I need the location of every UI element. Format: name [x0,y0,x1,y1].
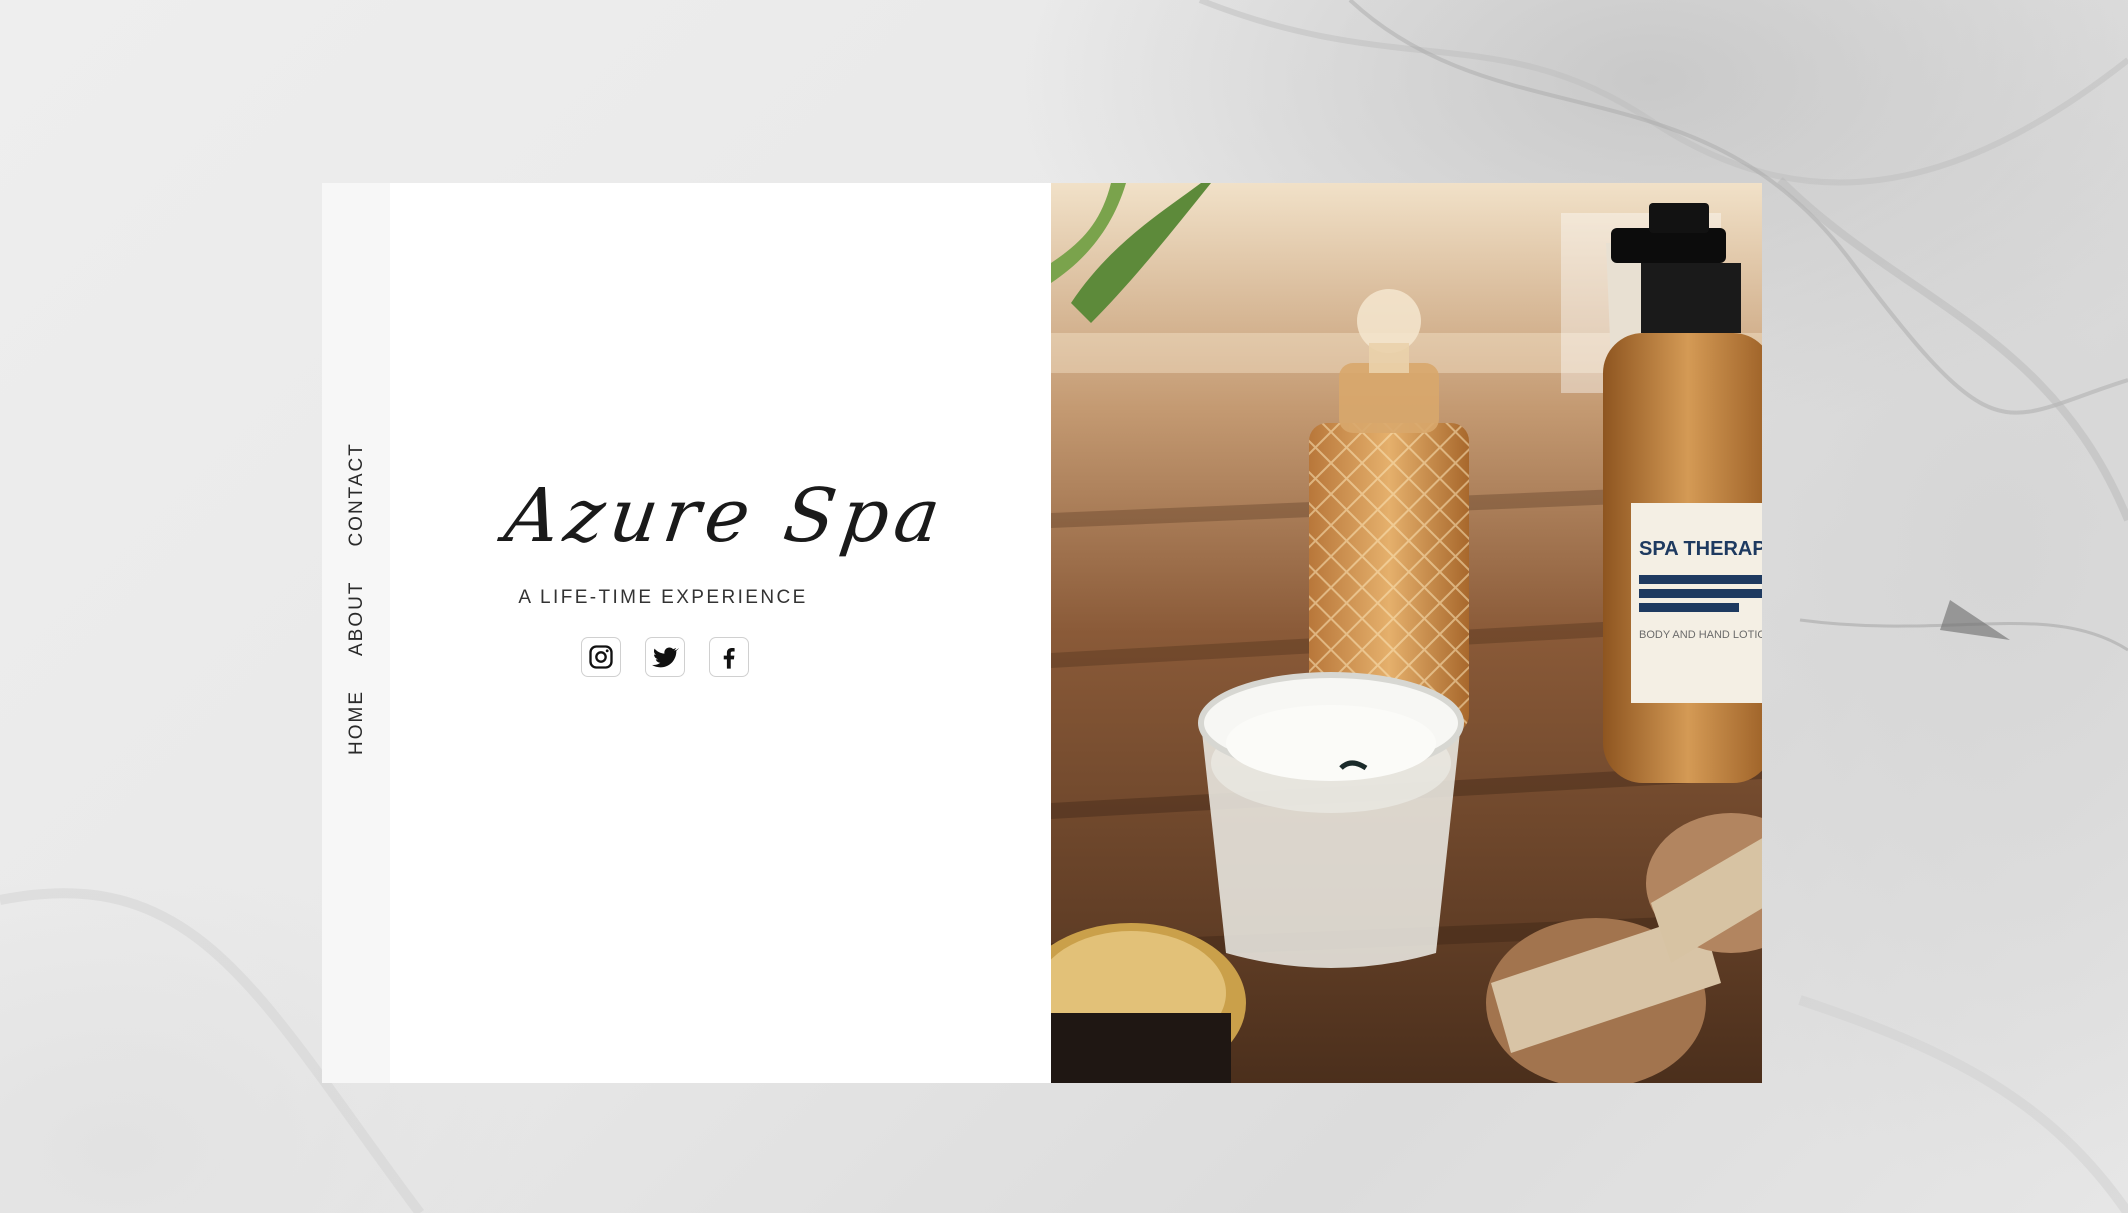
intro-panel: Azure Spa A LIFE-TIME EXPERIENCE [390,183,1051,1083]
hero-card: HOME ABOUT CONTACT Azure Spa A LIFE-TIME… [322,183,1762,1083]
side-nav: HOME ABOUT CONTACT [322,183,390,1083]
nav-item-contact[interactable]: CONTACT [346,442,368,546]
facebook-icon [715,643,743,671]
product-label-text: SPA THERAP [1639,538,1762,560]
brand-title: Azure Spa [499,473,952,559]
nav-item-about[interactable]: ABOUT [346,581,368,656]
nav-item-home[interactable]: HOME [346,690,368,755]
twitter-icon [651,643,679,671]
brand-tagline: A LIFE-TIME EXPERIENCE [518,587,808,608]
hero-photo: SPA THERAP BODY AND HAND LOTION [1051,183,1762,1083]
nav-list: HOME ABOUT CONTACT [346,442,378,755]
social-links [582,638,748,676]
spa-products-illustration: SPA THERAP BODY AND HAND LOTION [1051,183,1762,1083]
facebook-link[interactable] [710,638,748,676]
twitter-link[interactable] [646,638,684,676]
instagram-link[interactable] [582,638,620,676]
instagram-icon [587,643,615,671]
product-label-subtext: BODY AND HAND LOTION [1639,629,1762,641]
